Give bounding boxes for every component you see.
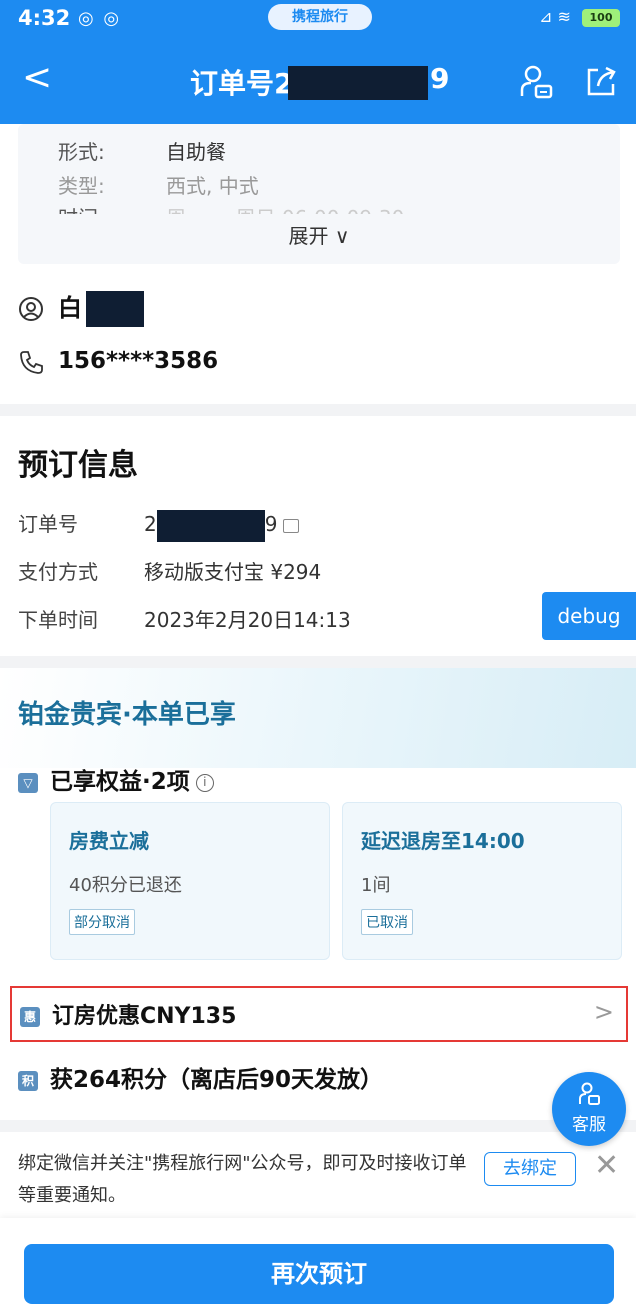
booking-info-title: 预订信息 — [18, 448, 138, 483]
order-time-row: 下单时间 2023年2月20日14:13 — [18, 604, 351, 633]
floating-customer-service-button[interactable]: 客服 — [552, 1072, 626, 1146]
meal-value: 周一 ~ 周日 06:00-09:30 — [166, 206, 404, 214]
close-icon[interactable]: ✕ — [594, 1148, 619, 1184]
app-brand-pill: 携程旅行 — [268, 4, 372, 30]
guest-name-row: 白 — [18, 288, 144, 327]
order-time-value: 2023年2月20日14:13 — [144, 608, 351, 632]
meal-row-time: 时间:周一 ~ 周日 06:00-09:30 — [58, 202, 404, 214]
order-time-label: 下单时间 — [18, 608, 98, 632]
guest-name: 白 — [58, 294, 82, 322]
points-icon: 积 — [18, 1070, 38, 1091]
rights-heading-text: 已享权益·2项 — [50, 769, 190, 795]
wechat-bind-text: 绑定微信并关注"携程旅行网"公众号，即可及时接收订单等重要通知。 — [18, 1153, 467, 1206]
vip-title: 铂金贵宾·本单已享 — [18, 700, 236, 730]
guest-name-redaction — [86, 291, 144, 327]
customer-service-icon[interactable] — [518, 64, 554, 100]
page-title: 订单号2 — [190, 67, 294, 100]
benefit-title: 房费立减 — [69, 829, 149, 853]
user-icon — [19, 297, 43, 321]
customer-service-icon — [579, 1082, 600, 1105]
discount-icon: 惠 — [20, 1007, 40, 1027]
vip-benefits-card: 铂金贵宾·本单已享 ▽ 已享权益·2项 i 房费立减 40积分已退还 部分取消 延迟… — [0, 668, 636, 1120]
top-nav-bar: < 订单号2 9 — [0, 36, 636, 124]
status-bar: 4:32 ◎ ◎ 携程旅行 ⊿ ≋ 100 — [0, 0, 636, 36]
status-notification-icons: ◎ ◎ — [78, 8, 122, 29]
order-number-row: 订单号 2 9 — [18, 508, 300, 542]
bind-wechat-button[interactable]: 去绑定 — [484, 1152, 576, 1186]
meal-label: 时间: — [58, 202, 166, 214]
meal-value: 西式, 中式 — [166, 174, 259, 198]
page-title-suffix: 9 — [430, 62, 450, 95]
phone-icon — [20, 350, 43, 374]
benefit-card-late-checkout[interactable]: 延迟退房至14:00 1间 已取消 — [342, 802, 622, 960]
debug-button[interactable]: debug — [542, 592, 636, 640]
payment-method-row: 支付方式 移动版支付宝 ¥294 — [18, 556, 321, 585]
booking-discount-text: 订房优惠CNY135 — [52, 1004, 237, 1029]
status-right-icons: ⊿ ≋ 100 — [539, 7, 620, 27]
benefit-tag: 部分取消 — [69, 909, 135, 935]
booking-discount-row[interactable]: 惠订房优惠CNY135 > — [10, 986, 628, 1042]
benefit-card-room-discount[interactable]: 房费立减 40积分已退还 部分取消 — [50, 802, 330, 960]
order-number-suffix: 9 — [264, 512, 278, 536]
payment-method-value: 移动版支付宝 ¥294 — [144, 560, 322, 584]
breakfast-info-box: 形式:自助餐 类型:西式, 中式 时间:周一 ~ 周日 06:00-09:30 … — [18, 124, 620, 264]
booking-info-card: 预订信息 订单号 2 9 支付方式 移动版支付宝 ¥294 下单时间 2023年2月20… — [0, 416, 636, 656]
meal-label: 形式: — [58, 140, 105, 164]
benefit-tag: 已取消 — [361, 909, 413, 935]
customer-service-label: 客服 — [572, 1115, 606, 1135]
meal-value: 自助餐 — [166, 140, 226, 164]
benefit-desc: 40积分已退还 — [69, 875, 182, 896]
points-row: 积获264积分（离店后90天发放） — [18, 1060, 383, 1094]
back-button[interactable]: < — [22, 58, 52, 98]
meal-row-form: 形式: 自助餐 — [58, 136, 226, 165]
copy-icon[interactable] — [283, 518, 300, 533]
shield-icon: ▽ — [18, 772, 38, 793]
chevron-right-icon: > — [593, 998, 614, 1026]
order-number-redaction — [156, 509, 265, 542]
bottom-action-bar: 再次预订 — [0, 1218, 636, 1310]
rebook-button[interactable]: 再次预订 — [24, 1244, 614, 1304]
meal-label: 类型: — [58, 174, 105, 198]
payment-method-label: 支付方式 — [18, 560, 98, 584]
expand-button[interactable]: 展开 ∨ — [18, 220, 620, 249]
points-text: 获264积分（离店后90天发放） — [50, 1067, 384, 1093]
title-redaction — [288, 66, 428, 100]
rights-heading: ▽ 已享权益·2项 i — [18, 762, 214, 796]
guest-phone-row: 156****3586 — [18, 348, 218, 375]
guest-phone: 156****3586 — [58, 348, 219, 374]
signal-wifi-icon: ⊿ ≋ — [539, 7, 571, 26]
wechat-bind-banner: 绑定微信并关注"携程旅行网"公众号，即可及时接收订单等重要通知。 去绑定 ✕ — [0, 1132, 636, 1232]
meal-row-type: 类型: 西式, 中式 — [58, 170, 259, 199]
benefit-desc: 1间 — [361, 875, 391, 896]
info-icon[interactable]: i — [195, 773, 214, 792]
benefit-title: 延迟退房至14:00 — [361, 829, 525, 853]
order-number-prefix: 2 — [144, 512, 157, 536]
order-summary-card: 形式:自助餐 类型:西式, 中式 时间:周一 ~ 周日 06:00-09:30 … — [0, 124, 636, 404]
booking-discount-content: 惠订房优惠CNY135 — [20, 998, 236, 1030]
battery-icon: 100 — [582, 8, 620, 27]
status-time: 4:32 — [18, 6, 71, 30]
share-icon[interactable] — [584, 64, 618, 98]
order-number-label: 订单号 — [18, 512, 78, 536]
